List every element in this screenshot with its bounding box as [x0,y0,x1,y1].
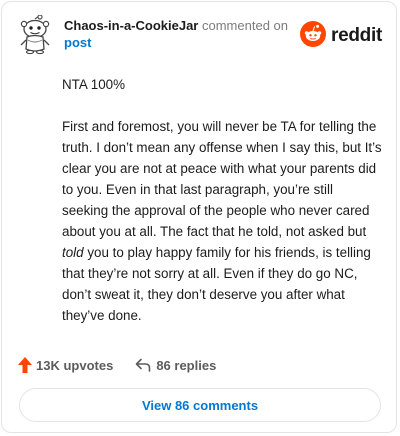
replies-button[interactable]: 86 replies [135,358,216,373]
upvote-button[interactable]: 13K upvotes [18,357,113,373]
commented-on-text: commented on [202,18,288,33]
reply-arrow-icon [135,358,151,372]
comment-text-part-a: First and foremost, you will never be TA… [62,119,382,239]
reddit-wordmark: reddit [331,25,382,46]
comment-emphasis: told [62,245,84,260]
snoo-avatar-icon[interactable] [18,14,52,55]
comment-meta: Chaos-in-a-CookieJar commented on post [64,17,304,51]
upvote-arrow-icon [18,357,32,373]
view-comments-button[interactable]: View 86 comments [19,388,381,422]
upvote-count: 13K upvotes [36,357,114,373]
reddit-logo-icon [300,20,327,52]
comment-body: NTA 100% First and foremost, you will ne… [62,74,382,347]
post-link[interactable]: post [64,35,91,50]
comment-actions: 13K upvotes 86 replies [18,355,216,375]
reddit-brand[interactable]: reddit [300,20,382,52]
comment-card: Chaos-in-a-CookieJar commented on post r [1,1,397,433]
reply-count: 86 replies [156,357,217,373]
comment-paragraph: First and foremost, you will never be TA… [62,116,382,326]
comment-header: Chaos-in-a-CookieJar commented on post r [18,14,382,55]
comment-text-part-b: you to play happy family for his friends… [62,245,371,323]
username-link[interactable]: Chaos-in-a-CookieJar [64,18,198,33]
comment-first-line: NTA 100% [62,77,126,92]
